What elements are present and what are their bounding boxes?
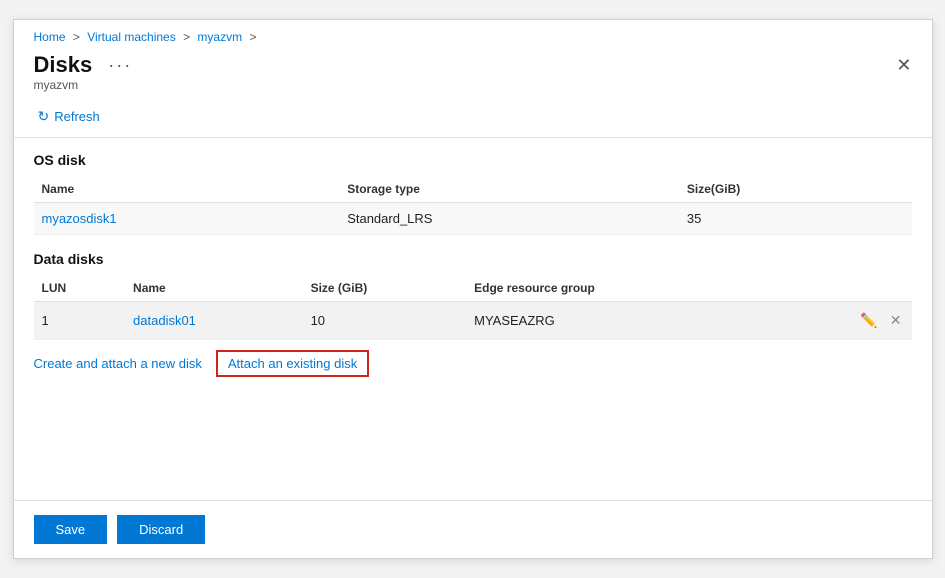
- os-disk-col-name: Name: [34, 176, 340, 203]
- data-disks-col-name: Name: [125, 275, 303, 302]
- disks-panel: Home > Virtual machines > myazvm > Disks…: [13, 19, 933, 559]
- discard-button[interactable]: Discard: [117, 515, 205, 544]
- breadcrumb-virtual-machines[interactable]: Virtual machines: [87, 30, 176, 44]
- footer: Save Discard: [14, 500, 932, 558]
- toolbar: ↻ Refresh: [14, 100, 932, 138]
- os-disk-name-link[interactable]: myazosdisk1: [42, 211, 117, 226]
- breadcrumb-sep1: >: [73, 30, 80, 44]
- more-options-button[interactable]: ···: [102, 53, 138, 78]
- create-attach-link[interactable]: Create and attach a new disk: [34, 356, 216, 371]
- os-disk-row: myazosdisk1 Standard_LRS 35: [34, 203, 912, 235]
- edit-disk-button[interactable]: ✏️: [858, 310, 879, 331]
- breadcrumb-sep2: >: [183, 30, 190, 44]
- os-disk-name-cell: myazosdisk1: [34, 203, 340, 235]
- page-title: Disks: [34, 52, 93, 78]
- data-disks-table: LUN Name Size (GiB) Edge resource group …: [34, 275, 912, 340]
- action-cell: ✏️ ✕: [782, 310, 904, 331]
- data-disk-resource-group-cell: MYASEAZRG: [466, 302, 774, 340]
- data-disk-size-cell: 10: [303, 302, 467, 340]
- attach-existing-button[interactable]: Attach an existing disk: [216, 350, 369, 377]
- close-button[interactable]: ✕: [896, 56, 911, 74]
- data-disks-col-actions: [774, 275, 912, 302]
- breadcrumb: Home > Virtual machines > myazvm >: [14, 20, 932, 48]
- data-disks-section: Data disks LUN Name Size (GiB) Edge reso…: [34, 251, 912, 377]
- os-disk-storage-cell: Standard_LRS: [339, 203, 679, 235]
- refresh-label: Refresh: [54, 109, 100, 124]
- refresh-button[interactable]: ↻ Refresh: [34, 106, 104, 127]
- os-disk-size-cell: 35: [679, 203, 912, 235]
- os-disk-col-storage: Storage type: [339, 176, 679, 203]
- data-disk-row: 1 datadisk01 10 MYASEAZRG ✏️ ✕: [34, 302, 912, 340]
- attach-row: Create and attach a new disk Attach an e…: [34, 350, 912, 377]
- os-disk-table: Name Storage type Size(GiB) myazosdisk1 …: [34, 176, 912, 235]
- os-disk-section-title: OS disk: [34, 152, 912, 168]
- panel-subtitle: myazvm: [14, 78, 932, 100]
- header-row: Disks ··· ✕: [14, 48, 932, 78]
- data-disks-section-title: Data disks: [34, 251, 912, 267]
- breadcrumb-sep3: >: [249, 30, 256, 44]
- os-disk-col-size: Size(GiB): [679, 176, 912, 203]
- data-disks-col-resource-group: Edge resource group: [466, 275, 774, 302]
- data-disk-lun-cell: 1: [34, 302, 126, 340]
- refresh-icon: ↻: [38, 108, 50, 125]
- content-area: OS disk Name Storage type Size(GiB) myaz…: [14, 138, 932, 500]
- delete-disk-button[interactable]: ✕: [888, 310, 904, 331]
- os-disk-header-row: Name Storage type Size(GiB): [34, 176, 912, 203]
- data-disk-actions-cell: ✏️ ✕: [774, 302, 912, 340]
- data-disk-name-cell: datadisk01: [125, 302, 303, 340]
- header-left: Disks ···: [34, 52, 139, 78]
- data-disks-header-row: LUN Name Size (GiB) Edge resource group: [34, 275, 912, 302]
- breadcrumb-vm-name[interactable]: myazvm: [197, 30, 242, 44]
- data-disks-col-size: Size (GiB): [303, 275, 467, 302]
- save-button[interactable]: Save: [34, 515, 108, 544]
- data-disk-name-link[interactable]: datadisk01: [133, 313, 196, 328]
- breadcrumb-home[interactable]: Home: [34, 30, 66, 44]
- data-disks-col-lun: LUN: [34, 275, 126, 302]
